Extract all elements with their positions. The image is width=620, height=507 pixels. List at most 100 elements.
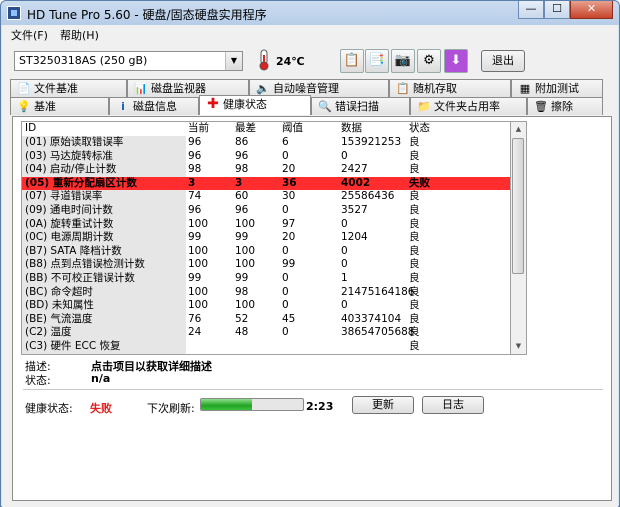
maximize-button[interactable]: ☐	[544, 1, 570, 19]
cell-data: 0	[341, 217, 348, 230]
info-icon: i	[121, 100, 125, 113]
cell-status: 良	[409, 231, 420, 244]
cell-data: 0	[341, 149, 348, 162]
cell-status: 良	[409, 217, 420, 230]
table-row[interactable]: (B8) 点到点错误检测计数 100 100 99 0 良	[22, 258, 510, 272]
table-row[interactable]: (BE) 气流温度 76 52 45 403374104 良	[22, 312, 510, 327]
tab-extra-tests[interactable]: ▦ 附加测试	[511, 79, 603, 97]
cell-worst: 86	[235, 136, 249, 148]
cell-data: 1	[341, 272, 348, 284]
header-worst[interactable]: 最差	[235, 122, 256, 136]
scroll-thumb[interactable]	[512, 138, 524, 274]
cell-id: (BB) 不可校正错误计数	[25, 272, 135, 284]
copy-all-icon[interactable]: 📑	[365, 49, 389, 73]
table-row[interactable]: (BB) 不可校正错误计数 99 99 0 1 良	[22, 272, 510, 286]
tab-random-access[interactable]: 📋 随机存取	[389, 79, 511, 97]
cell-data: 2427	[341, 163, 368, 176]
menu-file[interactable]: 文件(F)	[11, 27, 48, 43]
cell-id: (B7) SATA 降档计数	[25, 244, 122, 257]
table-row[interactable]: (0C) 电源周期计数 99 99 20 1204 良	[22, 231, 510, 245]
table-row[interactable]: (07) 寻道错误率 74 60 30 25586436 良	[22, 190, 510, 204]
table-row[interactable]: (C3) 硬件 ECC 恢复 良	[22, 340, 510, 354]
scroll-up-icon[interactable]: ▲	[511, 122, 526, 137]
table-row[interactable]: (BD) 未知属性 100 100 0 0 良	[22, 299, 510, 313]
header-current[interactable]: 当前	[188, 122, 209, 136]
divider	[23, 389, 603, 390]
refresh-countdown: 2:23	[306, 400, 334, 413]
cell-worst: 3	[235, 176, 243, 189]
tab-folder-usage[interactable]: 📁 文件夹占用率	[410, 97, 527, 115]
red-cross-icon: ✚	[207, 96, 219, 112]
cell-threshold: 20	[282, 231, 296, 244]
cell-id: (BC) 命令超时	[25, 285, 93, 298]
tab-error-scan[interactable]: 🔍 错误扫描	[311, 97, 410, 115]
cell-current: 96	[188, 204, 202, 216]
table-row[interactable]: (01) 原始读取错误率 96 86 6 153921253 良	[22, 136, 510, 150]
close-button[interactable]: ✕	[570, 1, 613, 19]
health-status-value: 失败	[90, 402, 112, 415]
tab-benchmark[interactable]: 💡 基准	[10, 97, 109, 115]
cell-threshold: 97	[282, 217, 296, 230]
tab-disk-info[interactable]: i 磁盘信息	[109, 97, 199, 115]
table-row[interactable]: (03) 马达旋转标准 96 96 0 0 良	[22, 149, 510, 164]
chevron-down-icon[interactable]: ▼	[225, 52, 242, 70]
cell-threshold: 99	[282, 258, 296, 271]
table-row[interactable]: (0A) 旋转重试计数 100 100 97 0 良	[22, 217, 510, 232]
smart-table[interactable]: ID 当前 最差 阈值 数据 状态 (01) 原始读取错误率 96 86 6 15392…	[21, 121, 511, 355]
table-row[interactable]: (B7) SATA 降档计数 100 100 0 0 良	[22, 244, 510, 259]
cell-id: (07) 寻道错误率	[25, 190, 103, 203]
cell-data: 0	[341, 299, 348, 312]
tab-health[interactable]: ✚ 健康状态	[199, 95, 311, 115]
table-row[interactable]: (C2) 温度 24 48 0 38654705688 良	[22, 326, 510, 340]
app-icon	[7, 6, 21, 20]
menu-help[interactable]: 帮助(H)	[60, 27, 99, 43]
minimize-button[interactable]: —	[518, 1, 544, 19]
cell-threshold: 0	[282, 326, 289, 339]
camera-icon[interactable]: 📷	[391, 49, 415, 73]
cell-data: 153921253	[341, 136, 402, 148]
extra-tests-icon: ▦	[519, 82, 531, 95]
folder-icon: 📁	[417, 100, 431, 113]
options-icon[interactable]: ⚙	[417, 49, 441, 73]
tab-file-benchmark[interactable]: 📄 文件基准	[10, 79, 127, 97]
magnifier-icon: 🔍	[318, 100, 332, 113]
cell-id: (0A) 旋转重试计数	[25, 217, 114, 230]
table-row[interactable]: (BC) 命令超时 100 98 0 21475164186 良	[22, 285, 510, 300]
header-threshold[interactable]: 阈值	[282, 122, 303, 136]
tab-erase[interactable]: 🗑 擦除	[527, 97, 603, 115]
cell-id: (BE) 气流温度	[25, 312, 93, 325]
cell-worst: 100	[235, 299, 256, 312]
app-window: HD Tune Pro 5.60 - 硬盘/固态硬盘实用程序 — ☐ ✕ 文件(…	[0, 0, 620, 507]
cell-status: 良	[409, 190, 420, 203]
cell-worst: 96	[235, 204, 249, 216]
file-benchmark-icon: 📄	[17, 82, 31, 95]
cell-current: 100	[188, 299, 209, 312]
cell-status: 良	[409, 340, 420, 352]
log-button[interactable]: 日志	[422, 396, 484, 414]
header-status[interactable]: 状态	[409, 122, 430, 136]
table-row[interactable]: (05) 重新分配扇区计数 3 3 36 4002 失败	[22, 176, 510, 191]
cell-threshold: 0	[282, 244, 289, 257]
header-id[interactable]: ID	[25, 122, 185, 136]
refresh-progress-fill	[201, 399, 252, 410]
header-data[interactable]: 数据	[341, 122, 362, 136]
exit-button[interactable]: 退出	[481, 50, 525, 72]
scroll-down-icon[interactable]: ▼	[511, 339, 526, 354]
cell-threshold: 30	[282, 190, 296, 203]
health-status-label: 健康状态:	[25, 402, 73, 415]
cell-current: 98	[188, 163, 202, 176]
table-row[interactable]: (09) 通电时间计数 96 96 0 3527 良	[22, 204, 510, 218]
download-icon[interactable]: ⬇	[444, 49, 468, 73]
drive-select[interactable]: ST3250318AS (250 gB) ▼	[14, 51, 243, 71]
cell-threshold: 0	[282, 272, 289, 284]
table-row[interactable]: (04) 启动/停止计数 98 98 20 2427 良	[22, 163, 510, 177]
table-scrollbar[interactable]: ▲ ▼	[511, 121, 527, 355]
cell-data: 0	[341, 258, 348, 271]
table-header: ID 当前 最差 阈值 数据 状态	[22, 122, 510, 136]
cell-status: 失败	[409, 176, 430, 189]
title-bar[interactable]: HD Tune Pro 5.60 - 硬盘/固态硬盘实用程序 — ☐ ✕	[1, 1, 619, 25]
copy-info-icon[interactable]: 📋	[340, 49, 364, 73]
cell-id: (04) 启动/停止计数	[25, 163, 117, 176]
refresh-button[interactable]: 更新	[352, 396, 414, 414]
cell-threshold: 6	[282, 136, 289, 148]
